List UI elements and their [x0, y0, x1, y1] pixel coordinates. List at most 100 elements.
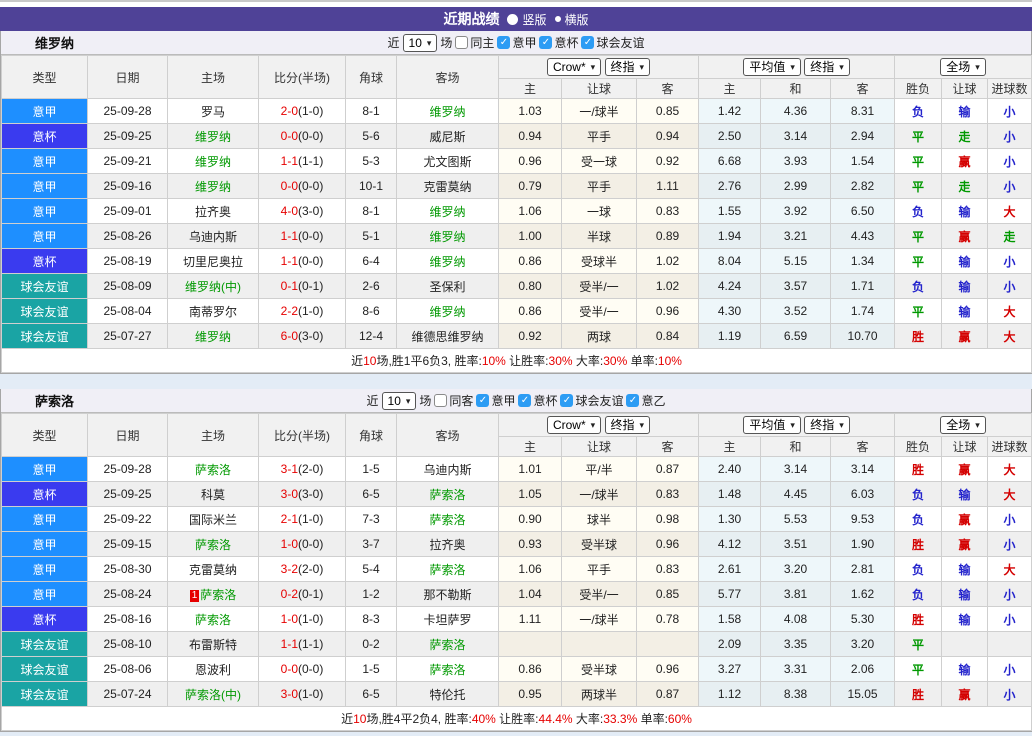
- home-team-name: 维罗纳: [195, 330, 231, 344]
- score-cell: 0-0(0-0): [259, 657, 346, 682]
- date-cell: 25-07-27: [88, 324, 168, 349]
- home-team-name: 维罗纳: [195, 155, 231, 169]
- league-type-cell: 意杯: [2, 482, 88, 507]
- chevron-down-icon: ▾: [839, 62, 844, 72]
- summary-segment: 60%: [668, 712, 692, 726]
- result-cell-0: 平: [895, 657, 942, 682]
- score-cell: 3-2(2-0): [259, 557, 346, 582]
- checkbox-label: 球会友谊: [596, 34, 644, 51]
- league-checkbox-2[interactable]: ✓球会友谊: [560, 392, 623, 409]
- league-type-cell: 意甲: [2, 532, 88, 557]
- select-value: 10: [409, 36, 422, 50]
- score-cell: 2-0(1-0): [259, 99, 346, 124]
- home-team-name: 维罗纳(中): [185, 280, 241, 294]
- crow-odds-cell-0: 0.95: [499, 682, 562, 707]
- away-team-name: 萨索洛: [429, 488, 465, 502]
- away-team-name: 威尼斯: [429, 130, 465, 144]
- crow-odds-cell-1: 平/半: [562, 457, 637, 482]
- league-type-cell: 意甲: [2, 507, 88, 532]
- date-cell: 25-08-09: [88, 274, 168, 299]
- final-index-select[interactable]: 终指▾: [605, 58, 651, 76]
- result-group-scope: 全场▾: [895, 414, 1032, 437]
- away-team-name: 维罗纳: [429, 305, 465, 319]
- date-cell: 25-08-16: [88, 607, 168, 632]
- league-type-cell: 球会友谊: [2, 299, 88, 324]
- layout-radio-vertical[interactable]: 竖版: [507, 11, 546, 28]
- average-select[interactable]: 平均值▾: [743, 416, 801, 434]
- average-odds-cell-1: 5.53: [761, 507, 831, 532]
- odds-source-select[interactable]: Crow*▾: [547, 416, 601, 434]
- odds-source-select[interactable]: Crow*▾: [547, 58, 601, 76]
- away-team-name: 尤文图斯: [423, 155, 471, 169]
- average-odds-cell-2: 1.71: [831, 274, 895, 299]
- chevron-down-icon: ▾: [790, 62, 795, 72]
- average-odds-cell-2: 1.34: [831, 249, 895, 274]
- score-cell: 3-0(1-0): [259, 682, 346, 707]
- summary-segment: 10%: [482, 354, 506, 368]
- chevron-down-icon: ▾: [640, 420, 645, 430]
- recent-count-select[interactable]: 10▾: [403, 34, 438, 52]
- summary-segment: 让胜率:: [506, 354, 549, 368]
- away-team-cell: 维罗纳: [397, 249, 499, 274]
- date-cell: 25-08-06: [88, 657, 168, 682]
- halftime-score: (0-1): [298, 587, 323, 601]
- result-cell-0: 负: [895, 199, 942, 224]
- league-checkbox-3[interactable]: ✓意乙: [626, 392, 665, 409]
- same-side-checkbox[interactable]: 同主: [455, 34, 494, 51]
- scope-select[interactable]: 全场▾: [940, 416, 986, 434]
- final-index-select[interactable]: 终指▾: [605, 416, 651, 434]
- crow-odds-cell-2: 0.84: [637, 324, 699, 349]
- same-side-checkbox[interactable]: 同客: [434, 392, 473, 409]
- league-type-cell: 意甲: [2, 557, 88, 582]
- sub-header-5: 客: [831, 437, 895, 457]
- crow-odds-cell-1: 半球: [562, 224, 637, 249]
- sub-header-7: 让球: [942, 79, 988, 99]
- matches-table: 类型日期主场比分(半场)角球客场Crow*▾ 终指▾平均值▾ 终指▾全场▾主让球…: [1, 413, 1032, 731]
- scope-select[interactable]: 全场▾: [940, 58, 986, 76]
- recent-count-select[interactable]: 10▾: [382, 392, 417, 410]
- sub-header-5: 客: [831, 79, 895, 99]
- crow-odds-cell-0: 0.86: [499, 299, 562, 324]
- checkbox-checked-icon: ✓: [581, 36, 594, 49]
- sub-header-8: 进球数: [988, 79, 1032, 99]
- final-index-select-2[interactable]: 终指▾: [804, 58, 850, 76]
- score-cell: 1-1(0-0): [259, 249, 346, 274]
- average-odds-cell-2: 2.81: [831, 557, 895, 582]
- halftime-score: (0-0): [298, 129, 323, 143]
- league-checkbox-0[interactable]: ✓意甲: [497, 34, 536, 51]
- crow-odds-cell-2: 0.96: [637, 532, 699, 557]
- average-select[interactable]: 平均值▾: [743, 58, 801, 76]
- league-checkbox-1[interactable]: ✓意杯: [539, 34, 578, 51]
- fulltime-score: 3-0: [281, 687, 298, 701]
- score-cell: 1-0(1-0): [259, 607, 346, 632]
- crow-odds-cell-2: 0.85: [637, 582, 699, 607]
- crow-odds-cell-2: 0.96: [637, 657, 699, 682]
- table-row: 意甲25-09-21维罗纳1-1(1-1)5-3尤文图斯0.96受一球0.926…: [2, 149, 1032, 174]
- summary-cell: 近10场,胜1平6负3, 胜率:10% 让胜率:30% 大率:30% 单率:10…: [2, 349, 1032, 373]
- filter-bar: 近10▾场同客✓意甲✓意杯✓球会友谊✓意乙: [367, 392, 666, 410]
- result-cell-0: 负: [895, 557, 942, 582]
- average-odds-cell-1: 3.21: [761, 224, 831, 249]
- crow-odds-cell-1: [562, 632, 637, 657]
- crow-odds-cell-1: 平手: [562, 124, 637, 149]
- result-cell-1: 输: [942, 299, 988, 324]
- sub-header-4: 和: [761, 79, 831, 99]
- summary-segment: 场,胜4平2负4, 胜率:: [366, 712, 471, 726]
- crow-odds-cell-2: 0.83: [637, 199, 699, 224]
- table-row: 意甲25-09-16维罗纳0-0(0-0)10-1克雷莫纳0.79平手1.112…: [2, 174, 1032, 199]
- league-checkbox-2[interactable]: ✓球会友谊: [581, 34, 644, 51]
- halftime-score: (2-0): [298, 462, 323, 476]
- sub-header-7: 让球: [942, 437, 988, 457]
- corner-cell: 5-3: [346, 149, 397, 174]
- crow-odds-cell-0: 0.92: [499, 324, 562, 349]
- crow-odds-cell-0: 1.00: [499, 224, 562, 249]
- odds-group-average: 平均值▾ 终指▾: [699, 56, 895, 79]
- col-header-5: 客场: [397, 56, 499, 99]
- league-checkbox-1[interactable]: ✓意杯: [518, 392, 557, 409]
- league-checkbox-0[interactable]: ✓意甲: [476, 392, 515, 409]
- result-cell-2: 小: [988, 249, 1032, 274]
- crow-odds-cell-0: 1.03: [499, 99, 562, 124]
- layout-radio-horizontal[interactable]: 横版: [555, 11, 589, 28]
- home-team-cell: 维罗纳: [168, 149, 259, 174]
- final-index-select-2[interactable]: 终指▾: [804, 416, 850, 434]
